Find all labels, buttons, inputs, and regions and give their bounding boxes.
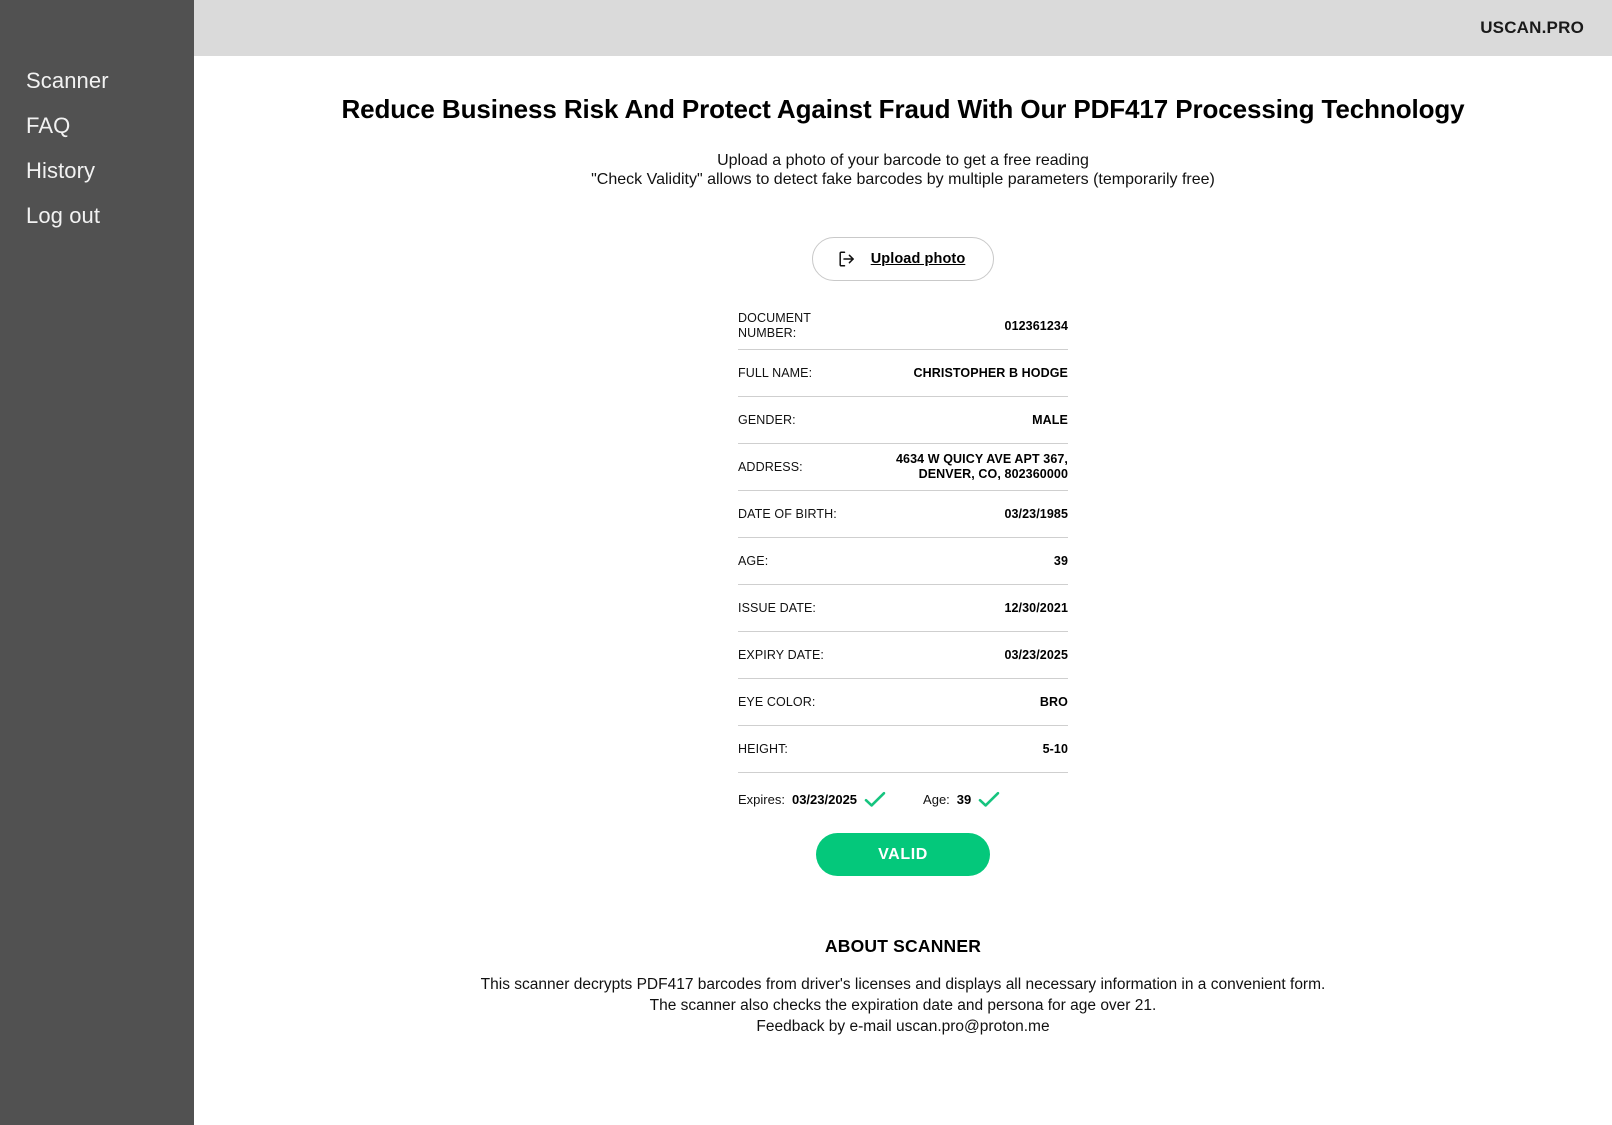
table-row: EXPIRY DATE: 03/23/2025 [738,632,1068,679]
field-label: ADDRESS: [738,459,803,474]
table-row: DATE OF BIRTH: 03/23/1985 [738,491,1068,538]
page-title: Reduce Business Risk And Protect Against… [341,94,1465,124]
field-value: 5-10 [1042,741,1068,756]
field-value: 03/23/1985 [1004,506,1068,521]
table-row: FULL NAME: CHRISTOPHER B HODGE [738,350,1068,397]
table-row: GENDER: MALE [738,397,1068,444]
status-badge-valid[interactable]: VALID [816,833,990,876]
upload-photo-label: Upload photo [870,251,966,267]
top-header-bar: USCAN.PRO [194,0,1612,56]
table-row: EYE COLOR: BRO [738,679,1068,726]
about-line-3: Feedback by e-mail uscan.pro@proton.me [756,1018,1050,1035]
sidebar-item-label: Scanner [26,68,109,93]
check-label: Expires: [738,792,785,807]
sidebar-item-history[interactable]: History [0,160,194,182]
check-label: Age: [923,792,950,807]
sidebar: Scanner FAQ History Log out [0,0,194,1125]
field-value: 39 [1053,553,1068,568]
field-value: CHRISTOPHER B HODGE [913,365,1068,380]
subtitle-line-1: Upload a photo of your barcode to get a … [717,152,1089,169]
field-value: BRO [1039,694,1068,709]
main-content: Reduce Business Risk And Protect Against… [194,56,1612,1125]
table-row: DOCUMENT NUMBER: 012361234 [738,303,1068,350]
sidebar-item-log-out[interactable]: Log out [0,205,194,227]
document-fields-table: DOCUMENT NUMBER: 012361234 FULL NAME: CH… [738,303,1068,773]
check-icon [864,791,886,808]
field-label: DOCUMENT NUMBER: [738,311,811,340]
sidebar-item-label: History [26,158,96,183]
field-label: DATE OF BIRTH: [738,506,837,521]
check-value: 39 [956,792,972,807]
check-age: Age: 39 [923,791,1000,808]
import-arrow-icon [837,249,857,269]
validity-summary-row: Expires: 03/23/2025 Age: 39 [738,773,1068,808]
about-line-1: This scanner decrypts PDF417 barcodes fr… [480,976,1326,993]
sidebar-item-scanner[interactable]: Scanner [0,70,194,92]
sidebar-item-label: Log out [26,203,101,228]
field-label: FULL NAME: [738,365,813,380]
table-row: HEIGHT: 5-10 [738,726,1068,773]
status-button-row: VALID [194,833,1612,876]
field-value: 4634 W QUICY AVE APT 367, DENVER, CO, 80… [895,452,1068,481]
field-value: 12/30/2021 [1004,600,1068,615]
field-label: ISSUE DATE: [738,600,816,615]
field-label: EYE COLOR: [738,694,816,709]
table-row: ISSUE DATE: 12/30/2021 [738,585,1068,632]
upload-button-row: Upload photo [194,237,1612,281]
about-section-title: ABOUT SCANNER [824,936,982,956]
table-row: ADDRESS: 4634 W QUICY AVE APT 367, DENVE… [738,444,1068,491]
brand-logo-text: USCAN.PRO [1480,18,1584,37]
field-label: EXPIRY DATE: [738,647,824,662]
check-icon [978,791,1000,808]
field-value: 012361234 [1004,318,1068,333]
table-row: AGE: 39 [738,538,1068,585]
sidebar-item-faq[interactable]: FAQ [0,115,194,137]
check-expires: Expires: 03/23/2025 [738,791,886,808]
field-label: HEIGHT: [738,741,789,756]
field-label: GENDER: [738,412,796,427]
subtitle-line-2: "Check Validity" allows to detect fake b… [591,171,1215,188]
field-label: AGE: [738,553,769,568]
field-value: 03/23/2025 [1004,647,1068,662]
about-line-2: The scanner also checks the expiration d… [649,997,1157,1014]
check-value: 03/23/2025 [791,792,858,807]
upload-photo-button[interactable]: Upload photo [811,237,995,281]
sidebar-item-label: FAQ [26,113,71,138]
field-value: MALE [1032,412,1068,427]
